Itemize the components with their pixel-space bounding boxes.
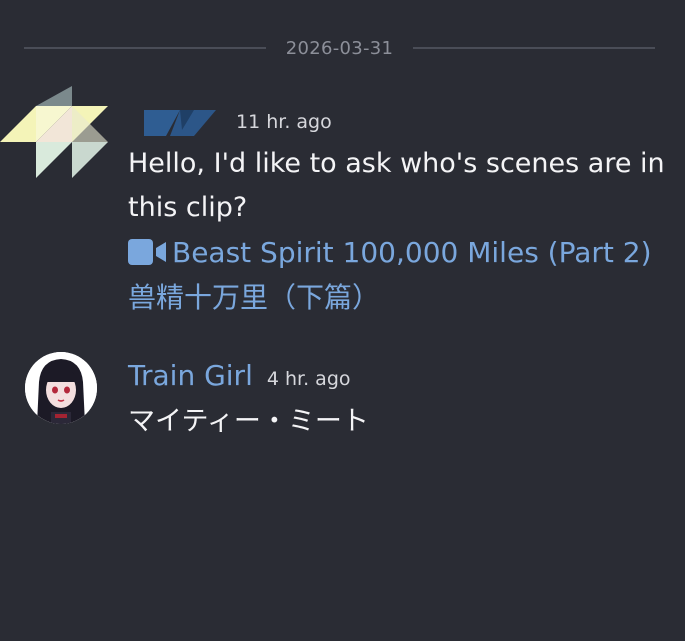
- username[interactable]: Train Girl: [128, 358, 253, 394]
- message-text: Hello, I'd like to ask who's scenes are …: [128, 148, 665, 223]
- identicon-avatar[interactable]: [0, 86, 112, 182]
- message-body: Hello, I'd like to ask who's scenes are …: [128, 142, 668, 320]
- divider-line-right: [413, 47, 656, 49]
- username-logo-icon[interactable]: [142, 108, 222, 138]
- message-timestamp: 4 hr. ago: [266, 368, 351, 390]
- message-header: Train Girl 4 hr. ago: [128, 358, 351, 394]
- chat-view: 2026-03-31 11 hr. ago Hello, I'd like to…: [0, 0, 685, 641]
- clip-link-label: Beast Spirit 100,000 Miles (Part 2)兽精十万里…: [128, 236, 652, 314]
- message-body: マイティー・ミート: [128, 400, 668, 444]
- avatar[interactable]: [25, 352, 97, 424]
- message-text: マイティー・ミート: [128, 406, 369, 437]
- video-camera-icon: [128, 239, 166, 265]
- divider-line-left: [24, 47, 266, 49]
- message-header: 11 hr. ago: [128, 106, 332, 138]
- date-divider: 2026-03-31: [24, 36, 656, 60]
- clip-link[interactable]: Beast Spirit 100,000 Miles (Part 2)兽精十万里…: [128, 230, 668, 320]
- anime-girl-avatar-icon: [25, 352, 97, 424]
- date-label: 2026-03-31: [285, 37, 394, 59]
- message-timestamp: 11 hr. ago: [236, 111, 332, 133]
